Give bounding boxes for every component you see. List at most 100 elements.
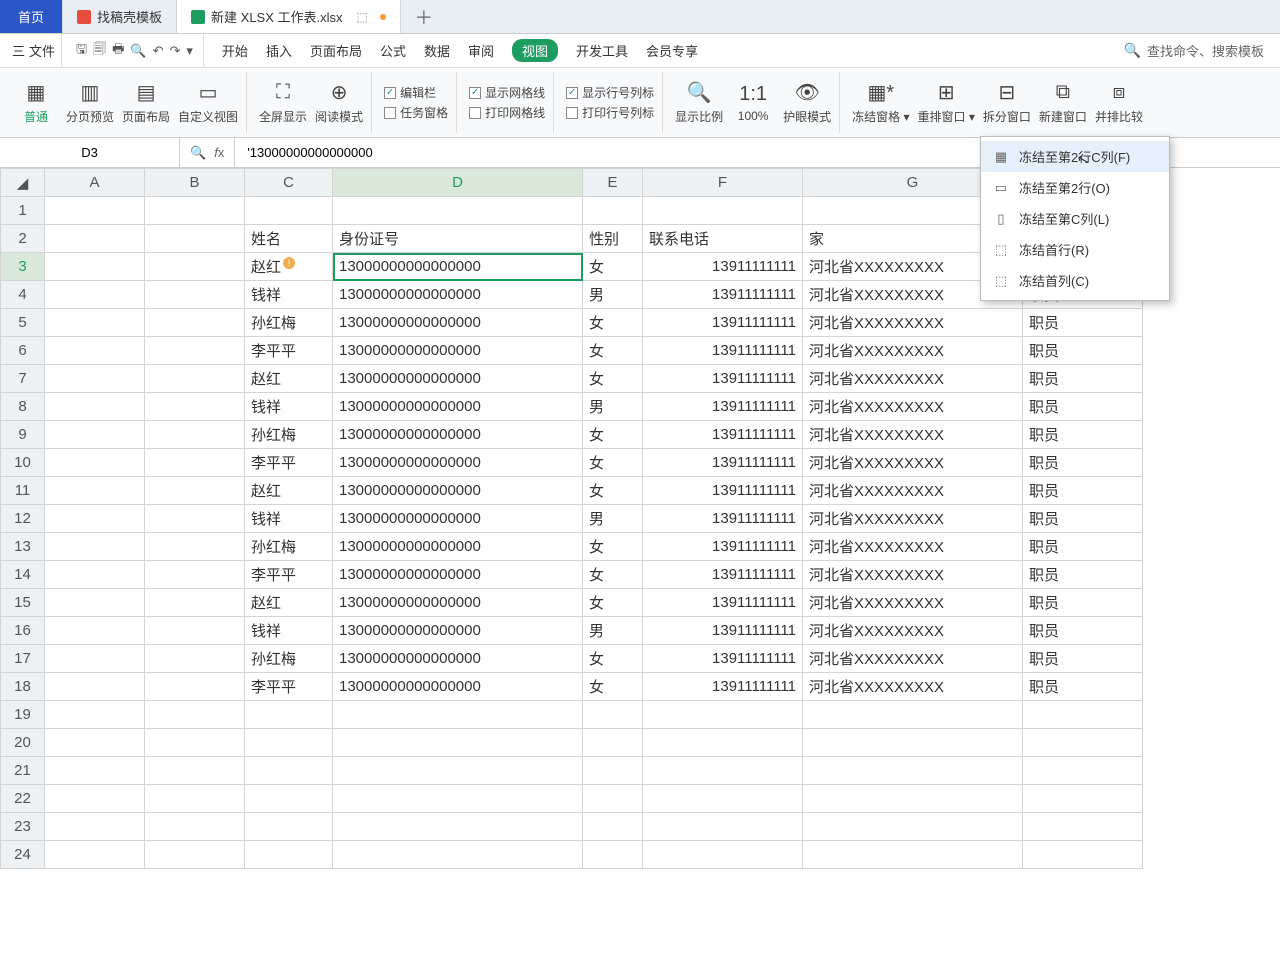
tab-add-button[interactable]: ＋ bbox=[401, 0, 447, 33]
cell-D8[interactable]: 13000000000000000 bbox=[333, 393, 583, 421]
cell-D4[interactable]: 13000000000000000 bbox=[333, 281, 583, 309]
cell-A1[interactable] bbox=[45, 197, 145, 225]
command-search[interactable]: 🔍 查找命令、搜索模板 bbox=[1124, 41, 1274, 60]
ribbon-tab-5[interactable]: 审阅 bbox=[468, 41, 494, 60]
cell-C10[interactable]: 李平平 bbox=[245, 449, 333, 477]
row-header-15[interactable]: 15 bbox=[1, 589, 45, 617]
row-header-18[interactable]: 18 bbox=[1, 673, 45, 701]
cell-H9[interactable]: 职员 bbox=[1023, 421, 1143, 449]
cell-B13[interactable] bbox=[145, 533, 245, 561]
qat-preview-icon[interactable]: 🔍 bbox=[130, 43, 146, 59]
cell-A5[interactable] bbox=[45, 309, 145, 337]
cell-E2[interactable]: 性别 bbox=[583, 225, 643, 253]
cell-A3[interactable] bbox=[45, 253, 145, 281]
col-header-F[interactable]: F bbox=[643, 169, 803, 197]
cell-A20[interactable] bbox=[45, 729, 145, 757]
cell-A6[interactable] bbox=[45, 337, 145, 365]
cell-F12[interactable]: 13911111111 bbox=[643, 505, 803, 533]
cell-C24[interactable] bbox=[245, 841, 333, 869]
cell-G21[interactable] bbox=[803, 757, 1023, 785]
cell-G17[interactable]: 河北省XXXXXXXXX bbox=[803, 645, 1023, 673]
cell-B6[interactable] bbox=[145, 337, 245, 365]
cell-G15[interactable]: 河北省XXXXXXXXX bbox=[803, 589, 1023, 617]
cell-E11[interactable]: 女 bbox=[583, 477, 643, 505]
cell-B21[interactable] bbox=[145, 757, 245, 785]
cell-C13[interactable]: 孙红梅 bbox=[245, 533, 333, 561]
cell-B12[interactable] bbox=[145, 505, 245, 533]
col-header-D[interactable]: D bbox=[333, 169, 583, 197]
cell-A15[interactable] bbox=[45, 589, 145, 617]
cell-C12[interactable]: 钱祥 bbox=[245, 505, 333, 533]
qat-saveas-icon[interactable]: 🗐 bbox=[93, 40, 106, 62]
cell-H5[interactable]: 职员 bbox=[1023, 309, 1143, 337]
cell-G8[interactable]: 河北省XXXXXXXXX bbox=[803, 393, 1023, 421]
freeze-menu-item-3[interactable]: ⬚冻结首行(R) bbox=[981, 234, 1169, 265]
cell-D10[interactable]: 13000000000000000 bbox=[333, 449, 583, 477]
cell-E7[interactable]: 女 bbox=[583, 365, 643, 393]
tab-document[interactable]: 新建 XLSX 工作表.xlsx ⬚ bbox=[177, 0, 401, 33]
cell-F21[interactable] bbox=[643, 757, 803, 785]
chk-taskpane[interactable]: 任务窗格 bbox=[384, 104, 448, 121]
cell-D16[interactable]: 13000000000000000 bbox=[333, 617, 583, 645]
cell-H24[interactable] bbox=[1023, 841, 1143, 869]
chk-gridlines[interactable]: 显示网格线 bbox=[469, 84, 545, 101]
chk-headings[interactable]: 显示行号列标 bbox=[566, 84, 654, 101]
row-header-19[interactable]: 19 bbox=[1, 701, 45, 729]
cell-B17[interactable] bbox=[145, 645, 245, 673]
cell-G10[interactable]: 河北省XXXXXXXXX bbox=[803, 449, 1023, 477]
cell-D13[interactable]: 13000000000000000 bbox=[333, 533, 583, 561]
cell-C17[interactable]: 孙红梅 bbox=[245, 645, 333, 673]
cell-H17[interactable]: 职员 bbox=[1023, 645, 1143, 673]
cell-E16[interactable]: 男 bbox=[583, 617, 643, 645]
new-window-button[interactable]: ⧉新建窗口 bbox=[1039, 81, 1087, 125]
row-header-17[interactable]: 17 bbox=[1, 645, 45, 673]
cell-D21[interactable] bbox=[333, 757, 583, 785]
cell-A11[interactable] bbox=[45, 477, 145, 505]
cell-C18[interactable]: 李平平 bbox=[245, 673, 333, 701]
cell-C19[interactable] bbox=[245, 701, 333, 729]
cell-B14[interactable] bbox=[145, 561, 245, 589]
cell-D12[interactable]: 13000000000000000 bbox=[333, 505, 583, 533]
cell-F8[interactable]: 13911111111 bbox=[643, 393, 803, 421]
cell-D9[interactable]: 13000000000000000 bbox=[333, 421, 583, 449]
qat-print-icon[interactable]: 🖶 bbox=[112, 40, 124, 62]
view-custom-button[interactable]: ▭自定义视图 bbox=[178, 81, 238, 125]
cell-H12[interactable]: 职员 bbox=[1023, 505, 1143, 533]
cell-A4[interactable] bbox=[45, 281, 145, 309]
cell-E5[interactable]: 女 bbox=[583, 309, 643, 337]
cell-F20[interactable] bbox=[643, 729, 803, 757]
qat-undo-icon[interactable]: ↶ bbox=[153, 43, 164, 59]
cell-B8[interactable] bbox=[145, 393, 245, 421]
row-header-3[interactable]: 3 bbox=[1, 253, 45, 281]
row-header-2[interactable]: 2 bbox=[1, 225, 45, 253]
cell-A7[interactable] bbox=[45, 365, 145, 393]
cell-A13[interactable] bbox=[45, 533, 145, 561]
cell-E18[interactable]: 女 bbox=[583, 673, 643, 701]
cell-B5[interactable] bbox=[145, 309, 245, 337]
cell-A14[interactable] bbox=[45, 561, 145, 589]
cell-B3[interactable] bbox=[145, 253, 245, 281]
cell-H22[interactable] bbox=[1023, 785, 1143, 813]
cell-D3[interactable]: 13000000000000000 bbox=[333, 253, 583, 281]
ribbon-tab-7[interactable]: 开发工具 bbox=[576, 41, 628, 60]
cell-G24[interactable] bbox=[803, 841, 1023, 869]
cell-F24[interactable] bbox=[643, 841, 803, 869]
cell-C14[interactable]: 李平平 bbox=[245, 561, 333, 589]
cell-C5[interactable]: 孙红梅 bbox=[245, 309, 333, 337]
row-header-20[interactable]: 20 bbox=[1, 729, 45, 757]
cell-D2[interactable]: 身份证号 bbox=[333, 225, 583, 253]
cell-B22[interactable] bbox=[145, 785, 245, 813]
cell-H6[interactable]: 职员 bbox=[1023, 337, 1143, 365]
cell-H23[interactable] bbox=[1023, 813, 1143, 841]
row-header-24[interactable]: 24 bbox=[1, 841, 45, 869]
name-box-input[interactable] bbox=[10, 144, 169, 161]
ribbon-tab-1[interactable]: 插入 bbox=[266, 41, 292, 60]
cell-D23[interactable] bbox=[333, 813, 583, 841]
cell-A24[interactable] bbox=[45, 841, 145, 869]
cell-C2[interactable]: 姓名 bbox=[245, 225, 333, 253]
cell-H13[interactable]: 职员 bbox=[1023, 533, 1143, 561]
cell-B19[interactable] bbox=[145, 701, 245, 729]
cell-H16[interactable]: 职员 bbox=[1023, 617, 1143, 645]
row-header-4[interactable]: 4 bbox=[1, 281, 45, 309]
cell-B16[interactable] bbox=[145, 617, 245, 645]
